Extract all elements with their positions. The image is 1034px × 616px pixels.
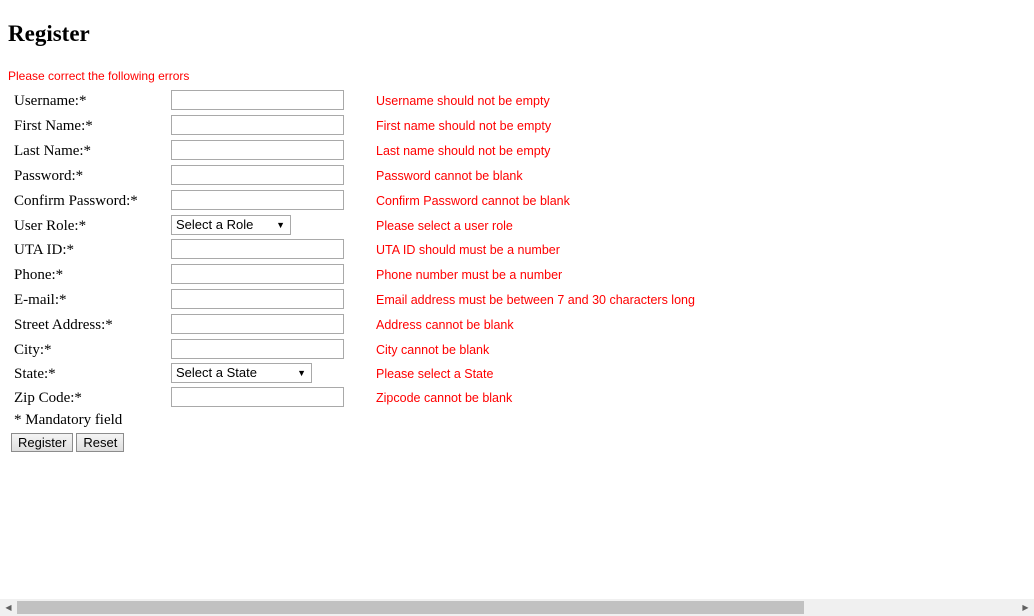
reset-button[interactable]: Reset	[76, 433, 125, 452]
uta-id-error: UTA ID should must be a number	[376, 243, 560, 257]
confirm-password-label: Confirm Password:*	[14, 193, 138, 209]
form-row-first-name: First Name:* First name should not be em…	[14, 114, 1014, 139]
form-row-username: Username:* Username should not be empty	[14, 89, 1014, 114]
form-row-state: State:* Select a State ▼ Please select a…	[14, 362, 1014, 386]
form-row-street-address: Street Address:* Address cannot be blank	[14, 313, 1014, 338]
user-role-label: User Role:*	[14, 218, 87, 234]
username-input[interactable]	[171, 90, 344, 110]
email-error: Email address must be between 7 and 30 c…	[376, 293, 695, 307]
form-row-uta-id: UTA ID:* UTA ID should must be a number	[14, 238, 1014, 263]
dropdown-arrow-icon: ▼	[297, 368, 306, 378]
city-input[interactable]	[171, 339, 344, 359]
zip-code-input[interactable]	[171, 387, 344, 407]
street-address-error: Address cannot be blank	[376, 318, 514, 332]
form-row-password: Password:* Password cannot be blank	[14, 164, 1014, 189]
user-role-error: Please select a user role	[376, 219, 513, 233]
form-buttons: Register Reset	[11, 433, 127, 452]
page-title: Register	[8, 21, 90, 46]
state-label: State:*	[14, 366, 56, 382]
user-role-select[interactable]: Select a Role ▼	[171, 215, 291, 235]
mandatory-note: * Mandatory field	[14, 412, 123, 428]
password-input[interactable]	[171, 165, 344, 185]
form-row-phone: Phone:* Phone number must be a number	[14, 263, 1014, 288]
city-label: City:*	[14, 342, 52, 358]
state-error: Please select a State	[376, 367, 494, 381]
form-row-last-name: Last Name:* Last name should not be empt…	[14, 139, 1014, 164]
street-address-label: Street Address:*	[14, 317, 113, 333]
form-row-confirm-password: Confirm Password:* Confirm Password cann…	[14, 189, 1014, 214]
error-summary: Please correct the following errors	[8, 69, 190, 83]
phone-label: Phone:*	[14, 267, 64, 283]
email-input[interactable]	[171, 289, 344, 309]
last-name-label: Last Name:*	[14, 143, 92, 159]
zip-code-error: Zipcode cannot be blank	[376, 391, 513, 405]
register-button[interactable]: Register	[11, 433, 74, 452]
horizontal-scrollbar[interactable]: ◀ ▶	[0, 599, 1034, 616]
form-row-email: E-mail:* Email address must be between 7…	[14, 288, 1014, 313]
password-error: Password cannot be blank	[376, 169, 523, 183]
password-label: Password:*	[14, 168, 84, 184]
street-address-input[interactable]	[171, 314, 344, 334]
uta-id-label: UTA ID:*	[14, 242, 75, 258]
dropdown-arrow-icon: ▼	[276, 220, 285, 230]
user-role-selected-value: Select a Role	[176, 217, 254, 232]
first-name-input[interactable]	[171, 115, 344, 135]
scroll-right-arrow-icon[interactable]: ▶	[1017, 599, 1034, 616]
form-row-zip-code: Zip Code:* Zipcode cannot be blank	[14, 386, 1014, 410]
first-name-error: First name should not be empty	[376, 119, 552, 133]
form-row-user-role: User Role:* Select a Role ▼ Please selec…	[14, 214, 1014, 238]
phone-input[interactable]	[171, 264, 344, 284]
form-row-city: City:* City cannot be blank	[14, 338, 1014, 362]
phone-error: Phone number must be a number	[376, 268, 563, 282]
scrollbar-thumb[interactable]	[17, 601, 804, 614]
first-name-label: First Name:*	[14, 118, 93, 134]
username-error: Username should not be empty	[376, 94, 550, 108]
uta-id-input[interactable]	[171, 239, 344, 259]
last-name-error: Last name should not be empty	[376, 144, 551, 158]
state-select[interactable]: Select a State ▼	[171, 363, 312, 383]
state-selected-value: Select a State	[176, 365, 257, 380]
confirm-password-error: Confirm Password cannot be blank	[376, 194, 570, 208]
zip-code-label: Zip Code:*	[14, 390, 82, 406]
email-label: E-mail:*	[14, 292, 67, 308]
register-form: Username:* Username should not be empty …	[14, 89, 1014, 410]
username-label: Username:*	[14, 93, 87, 109]
scroll-left-arrow-icon[interactable]: ◀	[0, 599, 17, 616]
last-name-input[interactable]	[171, 140, 344, 160]
city-error: City cannot be blank	[376, 343, 490, 357]
confirm-password-input[interactable]	[171, 190, 344, 210]
